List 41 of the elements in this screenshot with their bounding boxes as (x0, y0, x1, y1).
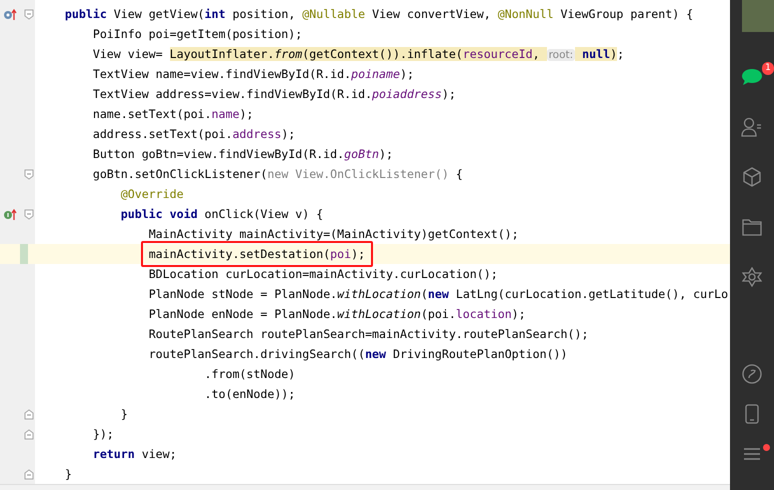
implement-icon (3, 208, 17, 220)
code-line: TextView name=view.findViewById(R.id.poiname); (92, 66, 414, 82)
fold-icon (24, 468, 34, 480)
fold-icon (24, 408, 34, 420)
code-line: .to(enNode)); (204, 386, 296, 402)
code-line: routePlanSearch.drivingSearch((new DrivingRoutePlanOption()) (148, 346, 568, 362)
fold-icon (24, 168, 34, 180)
chat-icon[interactable] (741, 68, 763, 86)
code-line: name.setText(poi.name); (92, 106, 254, 122)
code-line: public void onClick(View v) { (120, 206, 324, 222)
code-line: PlanNode stNode = PlanNode.withLocation(new LatLng(curLocation.getLatitude(), curLo (148, 286, 728, 302)
folder-icon[interactable] (742, 218, 762, 236)
code-line: address.setText(poi.address); (92, 126, 296, 142)
code-line: } (64, 466, 72, 482)
code-line: RoutePlanSearch routePlanSearch=mainActivity.routePlanSearch(); (148, 326, 588, 342)
code-line: TextView address=view.findViewById(R.id.poiaddress); (92, 86, 456, 102)
horizontal-scrollbar[interactable] (0, 484, 730, 490)
override-icon (3, 8, 17, 20)
cube-icon[interactable] (742, 167, 762, 187)
code-line: goBtn.setOnClickListener(new View.OnClickListener() { (92, 166, 463, 182)
star-icon[interactable] (742, 267, 762, 287)
code-line: BDLocation curLocation=mainActivity.curLocation(); (148, 266, 498, 282)
link-icon[interactable] (742, 364, 762, 384)
fold-icon (24, 8, 34, 20)
phone-icon[interactable] (745, 404, 759, 424)
code-line: }); (92, 426, 114, 442)
code-line: PlanNode enNode = PlanNode.withLocation(poi.location); (148, 306, 526, 322)
unread-badge: 1 (762, 62, 774, 75)
code-line: return view; (92, 446, 177, 462)
fold-icon (24, 208, 34, 220)
code-line: .from(stNode) (204, 366, 296, 382)
code-line: Button goBtn=view.findViewById(R.id.goBtn); (92, 146, 393, 162)
contacts-icon[interactable] (741, 117, 763, 137)
code-line: public View getView(int position, @Nullable View convertView, @NonNull ViewGroup parent) { (64, 6, 694, 22)
code-line: } (120, 406, 128, 422)
code-line: View view= LayoutInflater.from(getContext()).inflate(resourceId, root: null); (92, 46, 624, 62)
fold-icon (24, 428, 34, 440)
code-line: MainActivity mainActivity=(MainActivity)getContext(); (148, 226, 519, 242)
code-line: PoiInfo poi=getItem(position); (92, 26, 302, 42)
menu-icon[interactable] (743, 447, 761, 461)
code-line: @Override (120, 186, 184, 202)
